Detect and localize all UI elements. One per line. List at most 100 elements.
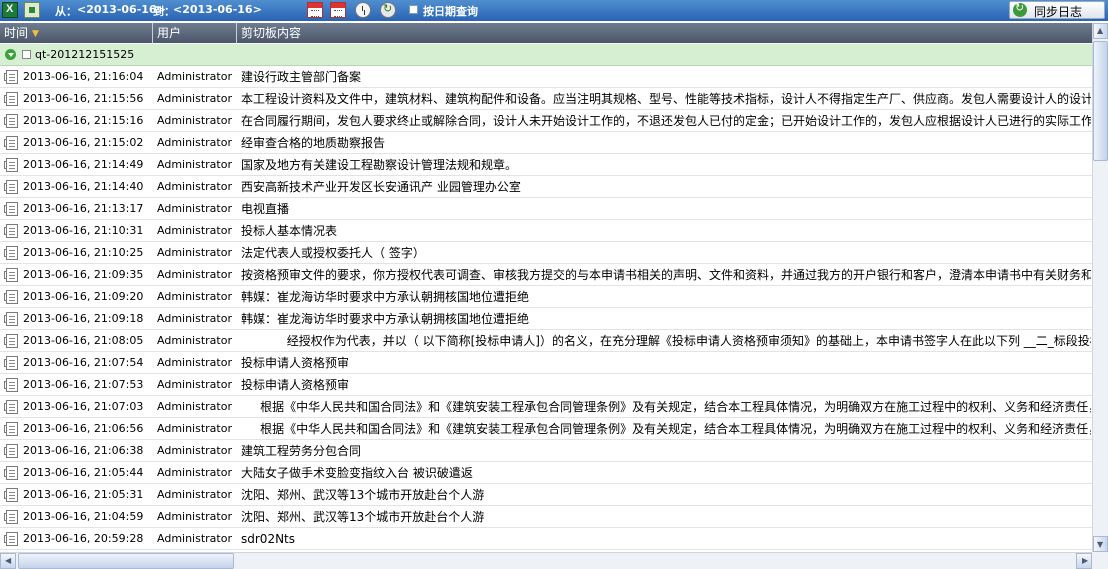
row-user: Administrator [157,290,232,303]
row-user: Administrator [157,334,232,347]
row-content: 国家及地方有关建设工程勘察设计管理法规和规章。 [241,158,518,172]
scroll-up-button[interactable]: ▲ [1093,23,1108,39]
row-time: 2013-06-16, 21:07:54 [23,356,144,369]
row-time: 2013-06-16, 21:14:40 [23,180,144,193]
column-header-user[interactable]: 用户 [153,23,237,43]
horizontal-scrollbar[interactable]: ◀ ▶ [0,552,1092,569]
table-row[interactable]: 2013-06-16, 21:06:56 Administrator 根据《中华人… [0,418,1092,440]
sync-log-button[interactable]: 同步日志 [1009,1,1105,19]
group-row[interactable]: qt-201212151525 [0,44,1092,66]
from-label: 从： [55,5,77,18]
to-date[interactable]: <2013-06-16> [173,3,262,16]
row-user: Administrator [157,202,232,215]
table-row[interactable]: 2013-06-16, 21:15:16 Administrator 在合同履行期间… [0,110,1092,132]
table-row[interactable]: 2013-06-16, 21:14:49 Administrator 国家及地方有关… [0,154,1092,176]
row-content: sdr02Nts [241,532,296,546]
row-time: 2013-06-16, 21:09:20 [23,290,144,303]
row-content: 投标人基本情况表 [241,224,338,238]
row-content: 韩媒：崔龙海访华时要求中方承认朝拥核国地位遭拒绝 [241,290,530,304]
clipboard-item-icon [4,202,18,216]
sync-icon [1013,1,1027,17]
row-time: 2013-06-16, 21:09:18 [23,312,144,325]
vertical-scrollbar[interactable]: ▲ ▼ [1092,23,1108,552]
row-time: 2013-06-16, 21:07:53 [23,378,144,391]
row-user: Administrator [157,356,232,369]
clipboard-item-icon [4,356,18,370]
excel-export-icon[interactable] [2,2,18,18]
clipboard-item-icon [4,136,18,150]
export-icon[interactable] [24,2,40,18]
table-row[interactable]: 2013-06-16, 21:15:56 Administrator 本工程设计资料… [0,88,1092,110]
table-row[interactable]: 2013-06-16, 21:07:53 Administrator 投标申请人资格… [0,374,1092,396]
table-row[interactable]: 2013-06-16, 21:08:05 Administrator 经授权作为代… [0,330,1092,352]
by-date-checkbox[interactable] [409,5,418,14]
collapse-icon[interactable] [5,49,16,60]
group-label: qt-201212151525 [35,48,135,61]
row-content: 西安高新技术产业开发区长安通讯产 业园管理办公室 [241,180,521,194]
calendar-to-icon[interactable] [330,2,346,18]
clipboard-item-icon [4,444,18,458]
row-content: 本工程设计资料及文件中，建筑材料、建筑构配件和设备。应当注明其规格、型号、性能等… [241,92,1091,106]
row-time: 2013-06-16, 21:05:31 [23,488,144,501]
row-user: Administrator [157,510,232,523]
table-row[interactable]: 2013-06-16, 21:06:38 Administrator 建筑工程劳务分… [0,440,1092,462]
clipboard-item-icon [4,290,18,304]
sync-log-label: 同步日志 [1034,5,1083,19]
clipboard-item-icon [4,510,18,524]
table-row[interactable]: 2013-06-16, 21:07:03 Administrator 根据《中华人… [0,396,1092,418]
row-content: 投标申请人资格预审 [241,378,350,392]
group-checkbox[interactable] [22,50,31,59]
scroll-left-button[interactable]: ◀ [0,553,16,569]
row-time: 2013-06-16, 21:16:04 [23,70,144,83]
row-time: 2013-06-16, 21:14:49 [23,158,144,171]
row-user: Administrator [157,312,232,325]
row-user: Administrator [157,488,232,501]
row-user: Administrator [157,92,232,105]
table-row[interactable]: 2013-06-16, 21:16:04 Administrator 建设行政主管部… [0,66,1092,88]
table-row[interactable]: 2013-06-16, 20:59:28 Administrator sdr02Nt… [0,528,1092,550]
clipboard-item-icon [4,532,18,546]
column-header-time[interactable]: 时间 ▼ [0,23,153,43]
scrollbar-corner [1092,552,1108,569]
row-user: Administrator [157,158,232,171]
table-row[interactable]: 2013-06-16, 21:05:31 Administrator 沈阳、郑州、武… [0,484,1092,506]
table-row[interactable]: 2013-06-16, 21:13:17 Administrator 电视直播 [0,198,1092,220]
table-row[interactable]: 2013-06-16, 21:10:25 Administrator 法定代表人或授… [0,242,1092,264]
column-user-label: 用户 [157,26,182,40]
table-row[interactable]: 2013-06-16, 21:10:31 Administrator 投标人基本情况… [0,220,1092,242]
column-header-content[interactable]: 剪切板内容 [237,23,1092,43]
row-time: 2013-06-16, 21:06:56 [23,422,144,435]
table-row[interactable]: 2013-06-16, 21:04:59 Administrator 沈阳、郑州、武… [0,506,1092,528]
row-user: Administrator [157,268,232,281]
clipboard-item-icon [4,268,18,282]
row-time: 2013-06-16, 21:09:35 [23,268,144,281]
refresh-icon[interactable] [380,2,396,18]
row-user: Administrator [157,136,232,149]
row-user: Administrator [157,532,232,545]
clock-icon[interactable] [355,2,371,18]
row-time: 2013-06-16, 21:15:16 [23,114,144,127]
clipboard-item-icon [4,400,18,414]
table-row[interactable]: 2013-06-16, 21:15:02 Administrator 经审查合格的地… [0,132,1092,154]
row-time: 2013-06-16, 21:07:03 [23,400,144,413]
scroll-down-button[interactable]: ▼ [1093,536,1108,552]
row-time: 2013-06-16, 21:15:02 [23,136,144,149]
horizontal-scroll-thumb[interactable] [18,553,234,569]
table-row[interactable]: 2013-06-16, 21:09:18 Administrator 韩媒：崔龙海访… [0,308,1092,330]
table-row[interactable]: 2013-06-16, 21:05:44 Administrator 大陆女子做手术… [0,462,1092,484]
scroll-right-button[interactable]: ▶ [1076,553,1092,569]
table-row[interactable]: 2013-06-16, 21:14:40 Administrator 西安高新技术产… [0,176,1092,198]
clipboard-item-icon [4,70,18,84]
row-content: 根据《中华人民共和国合同法》和《建筑安装工程承包合同管理条例》及有关规定，结合本… [241,422,1091,436]
row-time: 2013-06-16, 21:05:44 [23,466,144,479]
table-row[interactable]: 2013-06-16, 21:07:54 Administrator 投标申请人资格… [0,352,1092,374]
row-time: 2013-06-16, 21:08:05 [23,334,144,347]
by-date-query-label[interactable]: 按日期查询 [423,3,478,19]
calendar-from-icon[interactable] [307,2,323,18]
row-user: Administrator [157,378,232,391]
row-content: 大陆女子做手术变脸变指纹入台 被识破遣返 [241,466,473,480]
table-row[interactable]: 2013-06-16, 21:09:35 Administrator 按资格预审文件… [0,264,1092,286]
vertical-scroll-thumb[interactable] [1093,41,1108,161]
row-content: 沈阳、郑州、武汉等13个城市开放赴台个人游 [241,488,485,502]
table-row[interactable]: 2013-06-16, 21:09:20 Administrator 韩媒：崔龙海访… [0,286,1092,308]
